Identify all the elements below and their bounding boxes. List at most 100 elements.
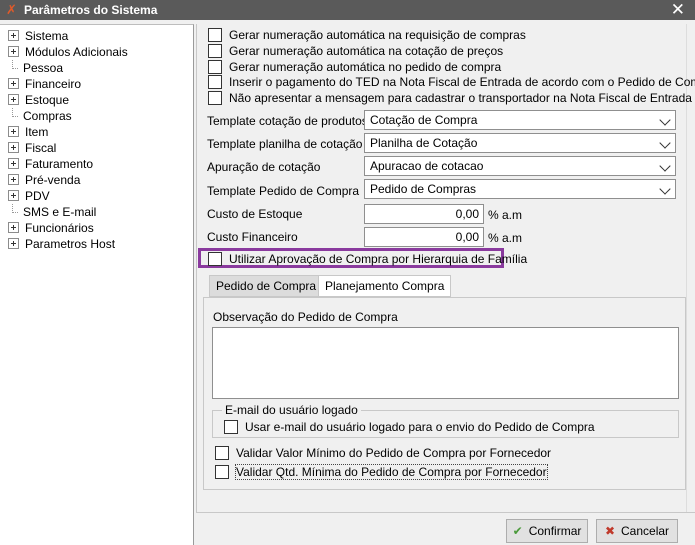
option-usar-email-logado[interactable]: Usar e-mail do usuário logado para o env…: [224, 419, 595, 436]
select-value: Planilha de Cotação: [370, 136, 478, 150]
window-title: Parâmetros do Sistema: [24, 3, 158, 17]
expand-icon[interactable]: [8, 190, 19, 201]
option-validar-valor-minimo[interactable]: Validar Valor Mínimo do Pedido de Compra…: [215, 445, 552, 462]
expand-icon[interactable]: [8, 46, 19, 57]
checkbox-label: Inserir o pagamento do TED na Nota Fisca…: [229, 75, 695, 89]
chevron-down-icon[interactable]: [659, 114, 671, 126]
cancel-button[interactable]: ✖ Cancelar: [596, 519, 678, 543]
bottom-separator: [196, 512, 695, 513]
confirm-button[interactable]: ✔ Confirmar: [506, 519, 588, 543]
check-icon: ✔: [512, 524, 523, 538]
cancel-icon: ✖: [604, 524, 616, 538]
tab-pedido-compra[interactable]: Pedido de Compra: [209, 275, 324, 297]
title-bar: ✗ Parâmetros do Sistema ✕: [0, 0, 695, 20]
checkbox[interactable]: [208, 59, 222, 74]
tree-item-label: Módulos Adicionais: [25, 45, 128, 59]
tree-item-pdv[interactable]: PDV: [8, 188, 50, 204]
tree-item-parametros-host[interactable]: Parametros Host: [8, 236, 115, 252]
tree-item-label: Parametros Host: [25, 237, 116, 251]
select-value: Cotação de Compra: [370, 113, 478, 127]
tree-item-estoque[interactable]: Estoque: [8, 92, 69, 108]
expand-icon[interactable]: [8, 94, 19, 105]
checkbox-label: Validar Valor Mínimo do Pedido de Compra…: [236, 446, 552, 460]
template-cotacao-select[interactable]: Cotação de Compra: [364, 110, 676, 130]
checkbox[interactable]: [208, 251, 222, 266]
checkbox-label: Gerar numeração automática no pedido de …: [229, 60, 502, 74]
tree-item-faturamento[interactable]: Faturamento: [8, 156, 93, 172]
chevron-down-icon[interactable]: [659, 137, 671, 149]
tree-item-label: Compras: [23, 109, 72, 123]
tree-item-pessoa[interactable]: Pessoa: [8, 60, 63, 76]
parametros-window: ✗ Parâmetros do Sistema ✕ Sistema Módulo…: [0, 0, 695, 545]
tree-item-fiscal[interactable]: Fiscal: [8, 140, 56, 156]
expand-icon[interactable]: [8, 222, 19, 233]
template-pedido-label: Template Pedido de Compra: [207, 184, 360, 198]
tree-panel: Sistema Módulos Adicionais Pessoa Financ…: [0, 24, 194, 545]
tree-item-sms-email[interactable]: SMS e E-mail: [8, 204, 96, 220]
checkbox[interactable]: [208, 43, 222, 58]
checkbox[interactable]: [208, 74, 222, 89]
option-numeracao-cotacao[interactable]: Gerar numeração automática na cotação de…: [208, 43, 504, 60]
tree-item-modulos-adicionais[interactable]: Módulos Adicionais: [8, 44, 128, 60]
chevron-down-icon[interactable]: [659, 160, 671, 172]
expand-icon[interactable]: [8, 126, 19, 137]
template-cotacao-label: Template cotação de produtos: [207, 114, 368, 128]
checkbox[interactable]: [215, 464, 229, 479]
tree-item-funcionarios[interactable]: Funcionários: [8, 220, 94, 236]
tree-item-label: PDV: [25, 189, 50, 203]
tree-item-label: SMS e E-mail: [23, 205, 97, 219]
tree-item-financeiro[interactable]: Financeiro: [8, 76, 81, 92]
tree-item-label: Financeiro: [25, 77, 82, 91]
custo-estoque-input[interactable]: 0,00: [364, 204, 484, 224]
tree-line-icon: [8, 108, 18, 121]
expand-icon[interactable]: [8, 238, 19, 249]
template-pedido-select[interactable]: Pedido de Compras: [364, 179, 676, 199]
checkbox[interactable]: [215, 445, 229, 460]
custo-estoque-unit: % a.m: [488, 208, 523, 222]
tree-item-label: Estoque: [25, 93, 70, 107]
expand-icon[interactable]: [8, 174, 19, 185]
expand-icon[interactable]: [8, 30, 19, 41]
checkbox-label: Gerar numeração automática na cotação de…: [229, 44, 504, 58]
checkbox-label: Não apresentar a mensagem para cadastrar…: [229, 91, 692, 105]
custo-financeiro-label: Custo Financeiro: [207, 230, 298, 244]
confirm-label: Confirmar: [528, 524, 582, 538]
custo-estoque-label: Custo de Estoque: [207, 207, 303, 221]
tree-item-compras[interactable]: Compras: [8, 108, 72, 124]
observacao-label: Observação do Pedido de Compra: [213, 310, 398, 324]
checkbox[interactable]: [208, 27, 222, 42]
tree-item-sistema[interactable]: Sistema: [8, 28, 68, 44]
close-icon[interactable]: ✕: [671, 0, 685, 19]
expand-icon[interactable]: [8, 78, 19, 89]
option-hierarquia-familia[interactable]: Utilizar Aprovação de Compra por Hierarq…: [208, 251, 527, 268]
apuracao-select[interactable]: Apuracao de cotacao: [364, 156, 676, 176]
tree-line-icon: [8, 60, 18, 73]
expand-icon[interactable]: [8, 142, 19, 153]
email-group-title: E-mail do usuário logado: [222, 403, 361, 417]
tree-item-label: Item: [25, 125, 49, 139]
tree-item-label: Sistema: [25, 29, 69, 43]
observacao-textarea[interactable]: [212, 327, 679, 399]
expand-icon[interactable]: [8, 158, 19, 169]
cancel-label: Cancelar: [621, 524, 670, 538]
custo-financeiro-input[interactable]: 0,00: [364, 227, 484, 247]
tree-line-icon: [8, 204, 18, 217]
tree-item-label: Fiscal: [25, 141, 57, 155]
option-mensagem-transportador[interactable]: Não apresentar a mensagem para cadastrar…: [208, 90, 692, 107]
tab-planejamento-compra[interactable]: Planejamento Compra: [318, 275, 452, 297]
checkbox-label: Gerar numeração automática na requisição…: [229, 28, 526, 42]
checkbox-label: Usar e-mail do usuário logado para o env…: [245, 420, 595, 434]
chevron-down-icon[interactable]: [659, 183, 671, 195]
option-numeracao-pedido[interactable]: Gerar numeração automática no pedido de …: [208, 59, 502, 76]
tree-item-label: Pessoa: [23, 61, 64, 75]
tree-item-label: Pré-venda: [25, 173, 81, 187]
option-numeracao-requisicao[interactable]: Gerar numeração automática na requisição…: [208, 27, 526, 44]
template-planilha-select[interactable]: Planilha de Cotação: [364, 133, 676, 153]
option-validar-qtd-minima[interactable]: Validar Qtd. Mínima do Pedido de Compra …: [215, 464, 548, 481]
checkbox[interactable]: [224, 419, 238, 434]
tree-item-pre-venda[interactable]: Pré-venda: [8, 172, 80, 188]
checkbox-label: Validar Qtd. Mínima do Pedido de Compra …: [235, 464, 548, 480]
checkbox[interactable]: [208, 90, 222, 105]
option-pagamento-ted[interactable]: Inserir o pagamento do TED na Nota Fisca…: [208, 74, 695, 91]
tree-item-item[interactable]: Item: [8, 124, 48, 140]
